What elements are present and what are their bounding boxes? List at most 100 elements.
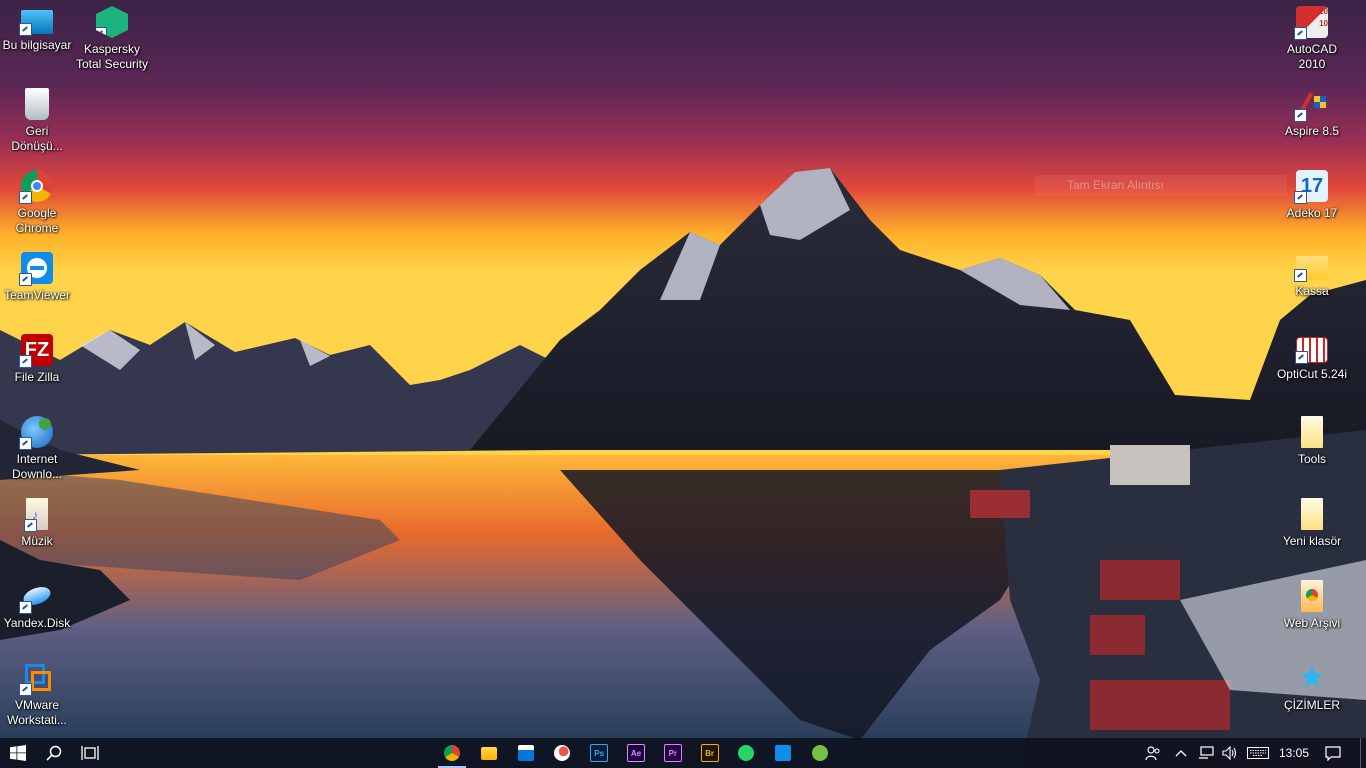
snip-mode-hint-text: Tam Ekran Alıntısı [1035, 175, 1287, 196]
kaspersky-icon [96, 6, 128, 38]
store-icon [517, 745, 534, 761]
autocad-icon: 20 10 [1294, 6, 1328, 40]
people-button[interactable] [1140, 738, 1166, 768]
shortcut-arrow-icon [19, 601, 32, 614]
speaker-icon [1222, 746, 1237, 760]
desktop-icon-label: Adeko 17 [1286, 206, 1338, 220]
desktop-icon-opticut[interactable]: OptiCut 5.24i [1272, 330, 1352, 412]
desktop-icon-recycle-bin[interactable]: Geri Dönüşü... [0, 84, 77, 166]
filezilla-icon: FZ [19, 334, 53, 368]
computer-icon [19, 10, 53, 36]
desktop-icon-autocad[interactable]: 20 10 AutoCAD 2010 [1272, 2, 1352, 84]
desktop-icon-label: Tools [1297, 452, 1326, 466]
photoshop-icon: Ps [590, 744, 609, 762]
utorrent-icon [812, 745, 828, 761]
people-icon [1145, 746, 1160, 761]
desktop-icon-yeni-klasor[interactable]: Yeni klasör [1272, 494, 1352, 576]
notification-icon [1325, 746, 1341, 761]
desktop-icon-kaspersky[interactable]: Kaspersky Total Security [72, 2, 152, 84]
folder-icon [1294, 256, 1328, 282]
vmware-icon [19, 662, 53, 696]
folder-icon [1301, 580, 1323, 612]
opticut-icon [1295, 337, 1328, 364]
desktop-icon-filezilla[interactable]: FZ File Zilla [0, 330, 77, 412]
chrome-icon [444, 745, 460, 761]
search-icon [46, 745, 62, 761]
desktop-icon-label: Web Arşivi [1283, 616, 1341, 630]
shortcut-arrow-icon [19, 273, 32, 286]
desktop-icon-label: Bu bilgisayar [2, 38, 72, 52]
desktop-icon-label: VMware Workstati... [7, 698, 67, 727]
shortcut-arrow-icon [1295, 351, 1308, 364]
internet-download-manager-icon [19, 416, 53, 450]
start-button[interactable] [0, 738, 36, 768]
desktop-icon-column-left: Bu bilgisayar Geri Dönüşü... Google Chro… [0, 2, 77, 740]
desktop-icon-label: Internet Downlo... [11, 452, 63, 481]
desktop-icon-aspire[interactable]: Aspire 8.5 [1272, 84, 1352, 166]
search-button[interactable] [36, 738, 72, 768]
desktop-icon-cizimler[interactable]: ★ ÇİZİMLER [1272, 658, 1352, 740]
whatsapp-icon [738, 745, 755, 761]
taskbar-app-utorrent[interactable] [802, 738, 838, 768]
desktop-icon-label: Geri Dönüşü... [11, 124, 63, 153]
teamviewer-icon [775, 745, 792, 761]
desktop-icon-label: AutoCAD 2010 [1286, 42, 1338, 71]
desktop-icon-internet-download-manager[interactable]: Internet Downlo... [0, 412, 77, 494]
desktop-icon-label: ÇİZİMLER [1283, 698, 1340, 712]
network-button[interactable] [1194, 738, 1218, 768]
desktop-icon-label: Kaspersky Total Security [75, 42, 149, 71]
action-center-button[interactable] [1318, 738, 1348, 768]
taskbar-app-paint[interactable] [544, 738, 580, 768]
adeko-icon: 17 [1294, 170, 1328, 204]
desktop-icon-label: Kassa [1295, 284, 1329, 298]
taskbar-app-store[interactable] [508, 738, 544, 768]
shortcut-arrow-icon [1294, 269, 1307, 282]
desktop-icon-tools[interactable]: Tools [1272, 412, 1352, 494]
teamviewer-icon [19, 252, 53, 286]
taskbar-app-teamviewer[interactable] [765, 738, 801, 768]
desktop-icon-yandex-disk[interactable]: Yandex.Disk [0, 576, 77, 658]
music-folder-icon: ♪ [24, 498, 48, 532]
desktop-icon-label: File Zilla [14, 370, 60, 384]
show-hidden-icons-button[interactable] [1170, 738, 1192, 768]
shortcut-arrow-icon [19, 355, 32, 368]
shortcut-arrow-icon [24, 519, 37, 532]
taskbar-app-premiere[interactable]: Pr [655, 738, 691, 768]
taskbar-app-after-effects[interactable]: Ae [618, 738, 654, 768]
desktop-icon-web-arsivi[interactable]: Web Arşivi [1272, 576, 1352, 658]
file-explorer-icon [480, 746, 497, 760]
paint-icon [554, 745, 571, 761]
desktop-icon-bu-bilgisayar[interactable]: Bu bilgisayar [0, 2, 77, 84]
desktop-icon-google-chrome[interactable]: Google Chrome [0, 166, 77, 248]
bridge-icon: Br [700, 744, 719, 762]
desktop-icon-teamviewer[interactable]: TeamViewer [0, 248, 77, 330]
task-view-icon [81, 746, 99, 760]
premiere-icon: Pr [663, 744, 682, 762]
desktop-icon-label: Yandex.Disk [3, 616, 71, 630]
desktop-icon-label: Aspire 8.5 [1284, 124, 1340, 138]
desktop-icon-label: Google Chrome [15, 206, 59, 235]
taskbar-app-photoshop[interactable]: Ps [581, 738, 617, 768]
shortcut-arrow-icon [19, 437, 32, 450]
shortcut-arrow-icon [1294, 27, 1307, 40]
aspire-icon [1294, 88, 1328, 122]
task-view-button[interactable] [72, 738, 108, 768]
desktop-wallpaper [0, 0, 1366, 768]
desktop-icon-muzik[interactable]: ♪ Müzik [0, 494, 77, 576]
desktop-icon-vmware[interactable]: VMware Workstati... [0, 658, 77, 740]
taskbar-app-whatsapp[interactable] [728, 738, 764, 768]
desktop-icon-column-left-2: Kaspersky Total Security [72, 2, 152, 84]
yandex-disk-icon [19, 580, 53, 614]
taskbar-app-file-explorer[interactable] [471, 738, 507, 768]
desktop-icon-label: TeamViewer [4, 288, 70, 302]
volume-button[interactable] [1218, 738, 1242, 768]
desktop-icon-kassa[interactable]: Kassa [1272, 248, 1352, 330]
taskbar-app-bridge[interactable]: Br [692, 738, 728, 768]
taskbar-app-chrome[interactable] [434, 738, 470, 768]
taskbar-clock[interactable]: 13:05 [1274, 738, 1314, 768]
after-effects-icon: Ae [627, 744, 645, 762]
shortcut-arrow-icon [1294, 191, 1307, 204]
shortcut-arrow-icon [19, 191, 32, 204]
show-desktop-button[interactable] [1360, 738, 1366, 768]
touch-keyboard-button[interactable] [1244, 738, 1272, 768]
